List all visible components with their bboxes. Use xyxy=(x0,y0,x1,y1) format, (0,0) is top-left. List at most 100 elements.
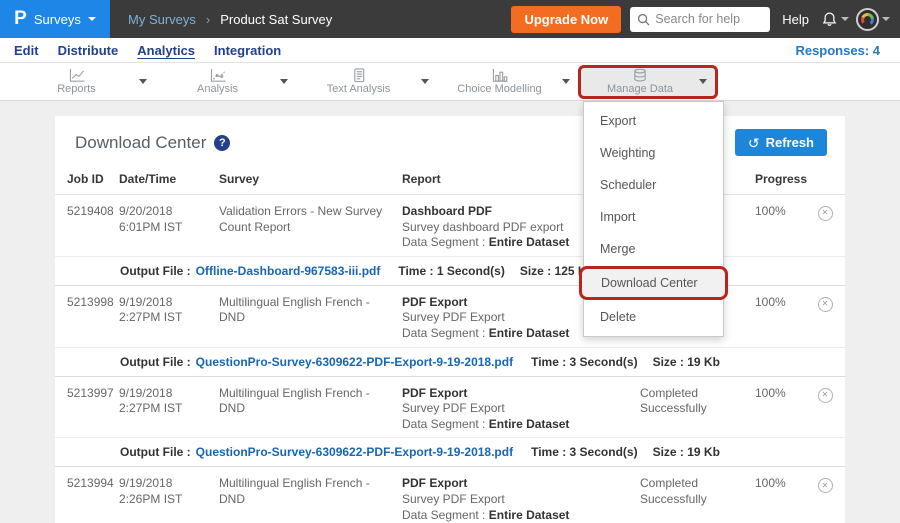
toolbar-label: Choice Modelling xyxy=(457,83,541,95)
data-segment-value: Entire Dataset xyxy=(489,235,570,249)
toolbar-choice-modelling: Choice Modelling xyxy=(437,63,578,100)
menu-item-merge[interactable]: Merge xyxy=(584,233,723,265)
data-segment-label: Data Segment : xyxy=(402,235,485,249)
menu-item-delete[interactable]: Delete xyxy=(584,301,723,333)
topbar-actions: Upgrade Now Help xyxy=(511,6,900,33)
database-icon xyxy=(630,68,650,83)
trend-chart-icon xyxy=(207,68,229,83)
report-type: PDF Export xyxy=(402,295,467,309)
job-progress: 100% xyxy=(755,386,805,433)
line-chart-icon xyxy=(66,68,88,83)
menu-item-download-center-highlighted[interactable]: Download Center xyxy=(579,266,728,300)
survey-nav: Edit Distribute Analytics Integration Re… xyxy=(0,38,900,63)
cancel-job-icon[interactable]: ✕ xyxy=(818,297,833,312)
breadcrumb: My Surveys › Product Sat Survey xyxy=(128,12,332,27)
job-datetime: 9/19/2018 2:26PM IST xyxy=(119,476,219,523)
job-size: Size : 19 Kb xyxy=(653,445,720,459)
report-type: PDF Export xyxy=(402,386,467,400)
job-survey: Multilingual English French - DND xyxy=(219,476,402,523)
text-analysis-button[interactable]: Text Analysis xyxy=(296,68,421,95)
toolbar-reports: Reports xyxy=(14,63,155,100)
manage-data-dropdown: Export Weighting Scheduler Import Merge … xyxy=(583,101,724,337)
breadcrumb-current-survey: Product Sat Survey xyxy=(220,12,332,27)
job-id: 5219408 xyxy=(67,204,119,251)
choice-modelling-dropdown-caret[interactable] xyxy=(562,79,570,84)
col-datetime: Date/Time xyxy=(119,172,219,186)
toolbar-label: Reports xyxy=(57,83,96,95)
responses-count: Responses: 4 xyxy=(795,43,880,58)
report-description: Survey PDF Export xyxy=(402,401,505,415)
search-icon xyxy=(637,13,650,26)
help-link[interactable]: Help xyxy=(782,12,809,27)
job-datetime: 9/20/2018 6:01PM IST xyxy=(119,204,219,251)
output-file-label: Output File : xyxy=(120,264,191,278)
job-datetime: 9/19/2018 2:27PM IST xyxy=(119,386,219,433)
nav-tab-edit[interactable]: Edit xyxy=(14,43,39,58)
menu-item-import[interactable]: Import xyxy=(584,201,723,233)
output-file-row: Output File : QuestionPro-Survey-6309622-… xyxy=(55,437,845,466)
output-file-label: Output File : xyxy=(120,445,191,459)
job-id: 5213997 xyxy=(67,386,119,433)
report-description: Survey dashboard PDF export xyxy=(402,220,563,234)
account-menu[interactable] xyxy=(856,8,890,31)
job-status: Completed Successfully xyxy=(640,386,755,433)
col-actions xyxy=(805,172,845,186)
output-file-link[interactable]: QuestionPro-Survey-6309622-PDF-Export-9-… xyxy=(196,355,513,369)
data-segment-value: Entire Dataset xyxy=(489,508,570,522)
choice-modelling-button[interactable]: Choice Modelling xyxy=(437,68,562,95)
nav-tab-integration[interactable]: Integration xyxy=(214,43,281,58)
data-segment-label: Data Segment : xyxy=(402,508,485,522)
cancel-job-icon[interactable]: ✕ xyxy=(818,388,833,403)
search-input[interactable] xyxy=(655,12,763,26)
output-file-link[interactable]: Offline-Dashboard-967583-iii.pdf xyxy=(196,264,381,278)
analytics-toolbar: Reports Analysis Text Analysis xyxy=(0,63,900,101)
chevron-down-icon xyxy=(841,17,849,21)
report-description: Survey PDF Export xyxy=(402,492,505,506)
breadcrumb-my-surveys[interactable]: My Surveys xyxy=(128,12,196,27)
upgrade-now-button[interactable]: Upgrade Now xyxy=(511,6,621,33)
manage-data-dropdown-caret[interactable] xyxy=(699,79,707,84)
job-time: Time : 3 Second(s) xyxy=(531,355,637,369)
cancel-job-icon[interactable]: ✕ xyxy=(818,478,833,493)
output-file-row: Output File : QuestionPro-Survey-6309622-… xyxy=(55,347,845,376)
analysis-button[interactable]: Analysis xyxy=(155,68,280,95)
questionpro-logo: P xyxy=(14,8,27,30)
help-search-box[interactable] xyxy=(630,7,770,32)
data-segment-label: Data Segment : xyxy=(402,326,485,340)
data-segment-value: Entire Dataset xyxy=(489,326,570,340)
menu-item-scheduler[interactable]: Scheduler xyxy=(584,169,723,201)
reports-dropdown-caret[interactable] xyxy=(139,79,147,84)
reports-button[interactable]: Reports xyxy=(14,68,139,95)
job-time: Time : 1 Second(s) xyxy=(398,264,504,278)
notifications-menu[interactable] xyxy=(821,11,849,28)
help-question-icon[interactable]: ? xyxy=(214,135,230,151)
report-type: Dashboard PDF xyxy=(402,204,492,218)
avatar xyxy=(856,8,879,31)
analysis-dropdown-caret[interactable] xyxy=(280,79,288,84)
menu-item-weighting[interactable]: Weighting xyxy=(584,137,723,169)
data-segment-value: Entire Dataset xyxy=(489,417,570,431)
manage-data-button[interactable]: Manage Data xyxy=(581,68,699,95)
breadcrumb-separator: › xyxy=(206,12,210,27)
surveys-product-menu[interactable]: P Surveys xyxy=(0,0,110,38)
refresh-button[interactable]: ↺ Refresh xyxy=(735,129,827,156)
nav-tab-distribute[interactable]: Distribute xyxy=(58,43,119,58)
chevron-down-icon xyxy=(882,17,890,21)
menu-item-export[interactable]: Export xyxy=(584,105,723,137)
toolbar-label: Analysis xyxy=(197,83,238,95)
output-file-link[interactable]: QuestionPro-Survey-6309622-PDF-Export-9-… xyxy=(196,445,513,459)
toolbar-label: Manage Data xyxy=(607,83,673,95)
cancel-job-icon[interactable]: ✕ xyxy=(818,206,833,221)
toolbar-manage-data-highlighted: Manage Data xyxy=(578,65,718,99)
nav-tab-analytics[interactable]: Analytics xyxy=(137,43,195,58)
job-survey: Multilingual English French - DND xyxy=(219,295,402,342)
toolbar-analysis: Analysis xyxy=(155,63,296,100)
job-status: Completed Successfully xyxy=(640,476,755,523)
text-analysis-dropdown-caret[interactable] xyxy=(421,79,429,84)
report-type: PDF Export xyxy=(402,476,467,490)
surveys-menu-label: Surveys xyxy=(34,12,81,27)
col-job-id: Job ID xyxy=(67,172,119,186)
table-row: 5213994 9/19/2018 2:26PM IST Multilingua… xyxy=(55,467,845,523)
job-progress: 100% xyxy=(755,295,805,342)
output-file-label: Output File : xyxy=(120,355,191,369)
